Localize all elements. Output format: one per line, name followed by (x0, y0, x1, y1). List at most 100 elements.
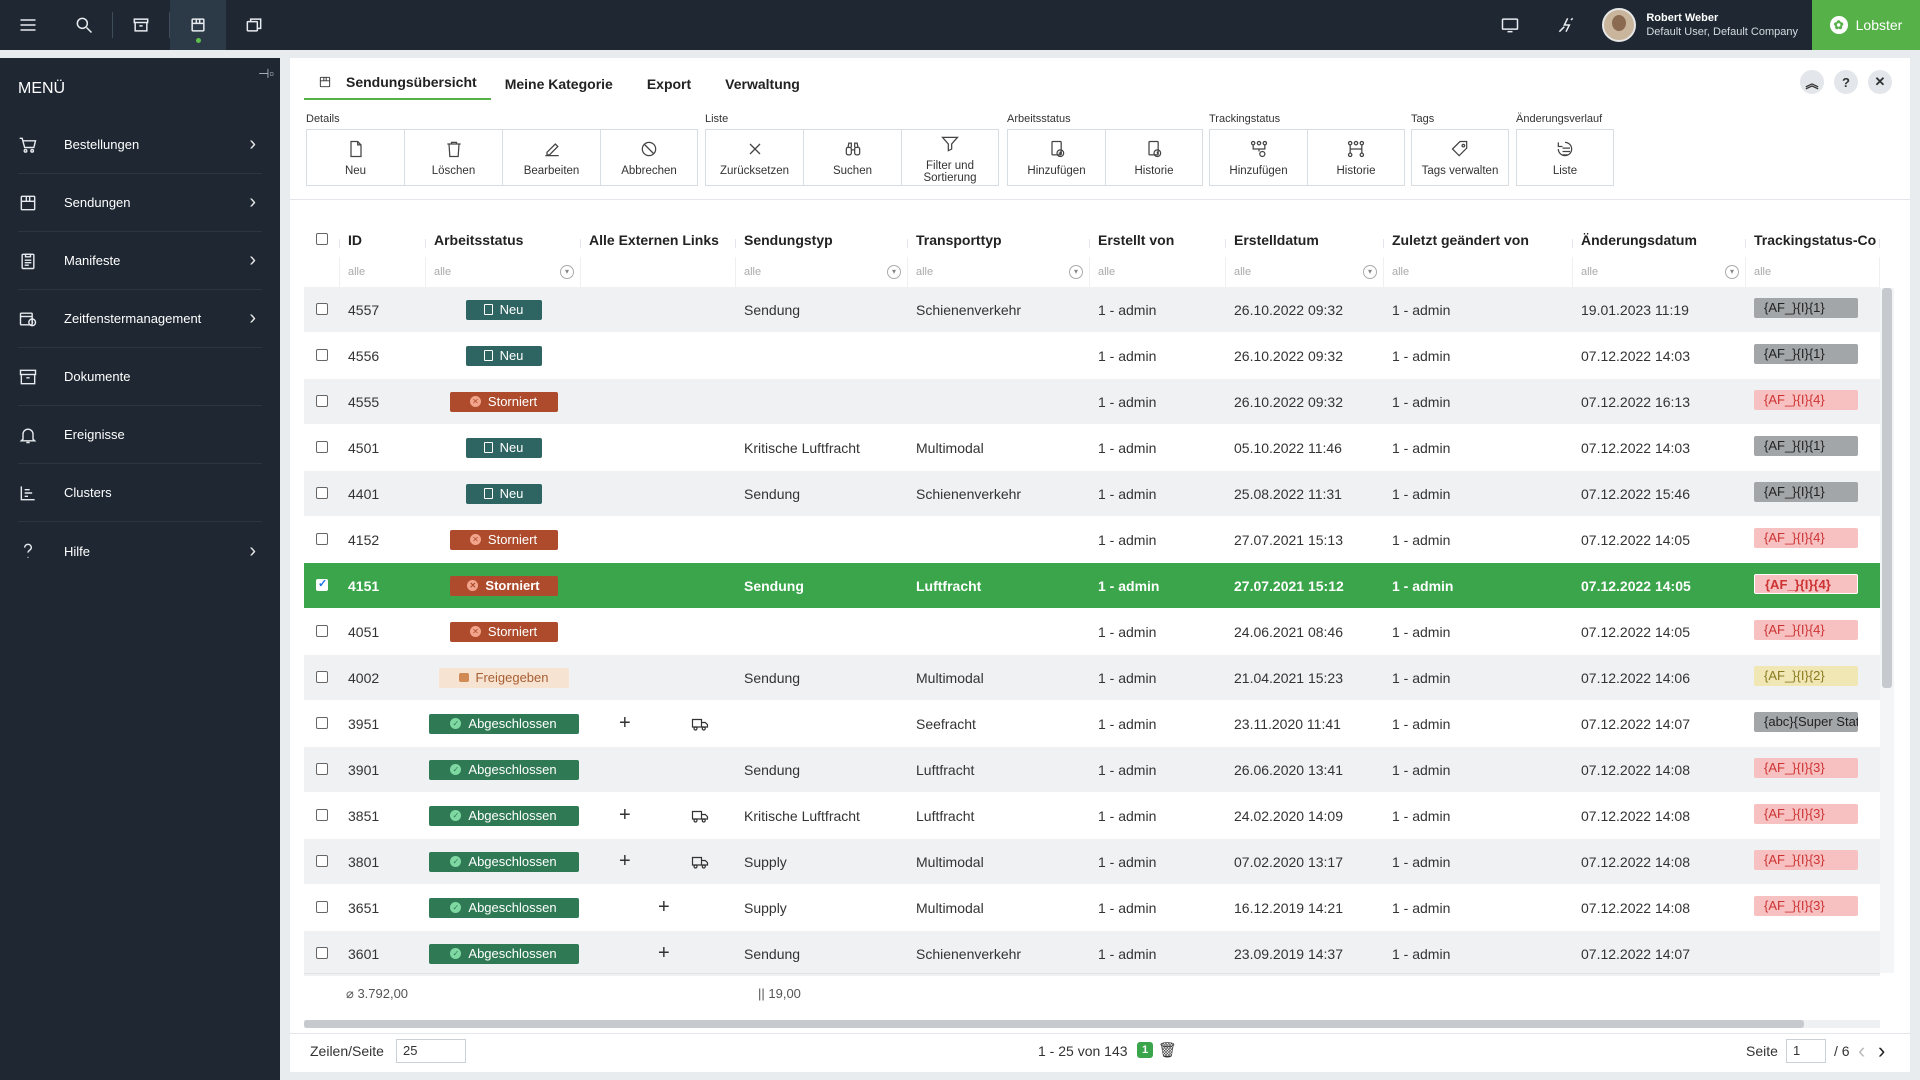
edit-button[interactable]: Bearbeiten (502, 129, 600, 186)
delete-button[interactable]: Löschen (404, 129, 502, 186)
shipments-app-button[interactable] (170, 0, 226, 50)
archive-button[interactable] (113, 0, 169, 50)
connection-button[interactable] (1538, 0, 1594, 50)
display-button[interactable] (1482, 0, 1538, 50)
table-row[interactable]: 4557 Neu Sendung Schienenverkehr 1 - admin 26… (304, 287, 1880, 333)
windows-button[interactable] (226, 0, 282, 50)
horizontal-scrollbar[interactable] (304, 1020, 1880, 1028)
pin-icon[interactable]: ⊣▫ (258, 66, 274, 82)
filter-erstellt-von[interactable]: alle (1090, 257, 1226, 287)
row-checkbox[interactable] (316, 532, 328, 545)
select-all-checkbox[interactable] (316, 233, 328, 245)
row-checkbox[interactable] (316, 302, 328, 315)
prev-page-icon[interactable]: ‹ (1858, 1038, 1865, 1064)
workstatus-history-button[interactable]: Historie (1105, 129, 1203, 186)
help-button[interactable]: ? (1834, 70, 1858, 94)
search-button[interactable]: Suchen (803, 129, 901, 186)
filter-dropdown-icon[interactable]: ▾ (887, 265, 901, 279)
col-header-arbeitsstatus[interactable]: Arbeitsstatus (426, 232, 581, 248)
trackingstatus-history-button[interactable]: Historie (1307, 129, 1405, 186)
cancel-button[interactable]: Abbrechen (600, 129, 698, 186)
next-page-icon[interactable]: › (1878, 1038, 1885, 1064)
brand-logo[interactable]: ✿ Lobster (1812, 0, 1920, 50)
table-row[interactable]: 3601 ✓ Abgeschlossen + Sendung Schienenverkeh… (304, 931, 1880, 977)
col-header-aenderungsdatum[interactable]: Änderungsdatum (1573, 232, 1746, 248)
sidebar-item-dokumente[interactable]: Dokumente (18, 348, 262, 406)
table-row[interactable]: 4401 Neu Sendung Schienenverkehr 1 - admin 25… (304, 471, 1880, 517)
filter-geaendert-von[interactable]: alle (1384, 257, 1573, 287)
table-row[interactable]: 4501 Neu Kritische Luftfracht Multimodal 1 -… (304, 425, 1880, 471)
filter-trackingstatus[interactable]: alle (1746, 257, 1880, 287)
row-checkbox[interactable] (316, 348, 328, 361)
add-link-icon[interactable]: + (619, 804, 631, 827)
add-link-icon[interactable]: + (658, 896, 670, 919)
row-checkbox[interactable] (316, 716, 328, 729)
filter-dropdown-icon[interactable]: ▾ (1363, 265, 1377, 279)
table-row[interactable]: 4556 Neu 1 - admin 26.10.2022 09:32 1 - admi… (304, 333, 1880, 379)
search-button[interactable] (56, 0, 112, 50)
scrollbar-thumb[interactable] (304, 1020, 1804, 1028)
col-header-zuletzt-geaendert-von[interactable]: Zuletzt geändert von (1384, 232, 1573, 248)
row-checkbox[interactable] (316, 854, 328, 867)
add-workstatus-button[interactable]: Hinzufügen (1007, 129, 1105, 186)
add-link-icon[interactable]: + (658, 942, 670, 965)
table-row[interactable]: 3801 ✓ Abgeschlossen + Supply Multimodal 1 - a… (304, 839, 1880, 885)
sidebar-item-clusters[interactable]: Clusters (18, 464, 262, 522)
trash-icon[interactable]: 🗑 (1158, 1041, 1177, 1059)
sidebar-item-zeitfenstermanagement[interactable]: Zeitfenstermanagement › (18, 290, 262, 348)
reset-button[interactable]: Zurücksetzen (705, 129, 803, 186)
row-checkbox[interactable] (316, 486, 328, 499)
collapse-button[interactable]: ︽ (1800, 70, 1824, 94)
filter-dropdown-icon[interactable]: ▾ (1069, 265, 1083, 279)
filter-sendungstyp[interactable]: alle ▾ (736, 257, 908, 287)
table-row[interactable]: 3651 ✓ Abgeschlossen + Supply Multimodal 1 - a… (304, 885, 1880, 931)
row-checkbox[interactable] (316, 440, 328, 453)
new-button[interactable]: Neu (306, 129, 404, 186)
filter-aenderungsdatum[interactable]: alle ▾ (1573, 257, 1746, 287)
col-header-erstelldatum[interactable]: Erstelldatum (1226, 232, 1384, 248)
add-link-icon[interactable]: + (619, 850, 631, 873)
add-link-icon[interactable]: + (619, 712, 631, 735)
table-row[interactable]: 4555 ✕ Storniert 1 - admin 26.10.2022 09:32 1… (304, 379, 1880, 425)
truck-icon[interactable] (691, 808, 709, 824)
table-row[interactable]: 3951 ✓ Abgeschlossen + Seefracht 1 - admin 23.… (304, 701, 1880, 747)
sidebar-item-hilfe[interactable]: Hilfe › (18, 522, 262, 580)
col-header-trackingstatus[interactable]: Trackingstatus-Co (1746, 232, 1880, 248)
sidebar-item-bestellungen[interactable]: Bestellungen › (18, 116, 262, 174)
vertical-scrollbar[interactable] (1880, 288, 1894, 973)
close-button[interactable]: ✕ (1868, 70, 1892, 94)
tab-sendungsuebersicht[interactable]: Sendungsübersicht (304, 74, 491, 100)
filter-dropdown-icon[interactable]: ▾ (1725, 265, 1739, 279)
col-header-erstellt-von[interactable]: Erstellt von (1090, 232, 1226, 248)
col-header-externe-links[interactable]: Alle Externen Links (581, 232, 736, 248)
col-header-transporttyp[interactable]: Transporttyp (908, 232, 1090, 248)
filter-transporttyp[interactable]: alle ▾ (908, 257, 1090, 287)
table-row[interactable]: 4002 Freigegeben Sendung Multimodal 1 - admi… (304, 655, 1880, 701)
page-input[interactable]: 1 (1786, 1039, 1826, 1063)
row-checkbox[interactable] (316, 670, 328, 683)
table-row[interactable]: 4051 ✕ Storniert 1 - admin 24.06.2021 08:46 1… (304, 609, 1880, 655)
filter-dropdown-icon[interactable]: ▾ (560, 265, 574, 279)
table-row[interactable]: 3901 ✓ Abgeschlossen Sendung Luftfracht 1 - a… (304, 747, 1880, 793)
tab-meine-kategorie[interactable]: Meine Kategorie (491, 76, 627, 100)
sidebar-item-sendungen[interactable]: Sendungen › (18, 174, 262, 232)
user-profile[interactable]: Robert Weber Default User, Default Compa… (1594, 0, 1812, 50)
row-checkbox[interactable] (316, 762, 328, 775)
row-checkbox[interactable] (316, 808, 328, 821)
sidebar-item-manifeste[interactable]: Manifeste › (18, 232, 262, 290)
filter-erstelldatum[interactable]: alle ▾ (1226, 257, 1384, 287)
table-row[interactable]: 4151 ✕ Storniert Sendung Luftfracht 1 - admin… (304, 563, 1880, 609)
truck-icon[interactable] (691, 716, 709, 732)
row-checkbox[interactable] (316, 578, 328, 591)
row-checkbox[interactable] (316, 900, 328, 913)
col-header-id[interactable]: ID (340, 232, 426, 248)
rows-per-page-input[interactable]: 25 (396, 1039, 466, 1063)
hamburger-menu-button[interactable] (0, 0, 56, 50)
row-checkbox[interactable] (316, 624, 328, 637)
change-history-list-button[interactable]: Liste (1516, 129, 1614, 186)
truck-icon[interactable] (691, 854, 709, 870)
table-row[interactable]: 3851 ✓ Abgeschlossen + Kritische Luftfracht L… (304, 793, 1880, 839)
filter-sort-button[interactable]: Filter und Sortierung (901, 129, 999, 186)
sidebar-item-ereignisse[interactable]: Ereignisse (18, 406, 262, 464)
tab-export[interactable]: Export (627, 76, 705, 100)
